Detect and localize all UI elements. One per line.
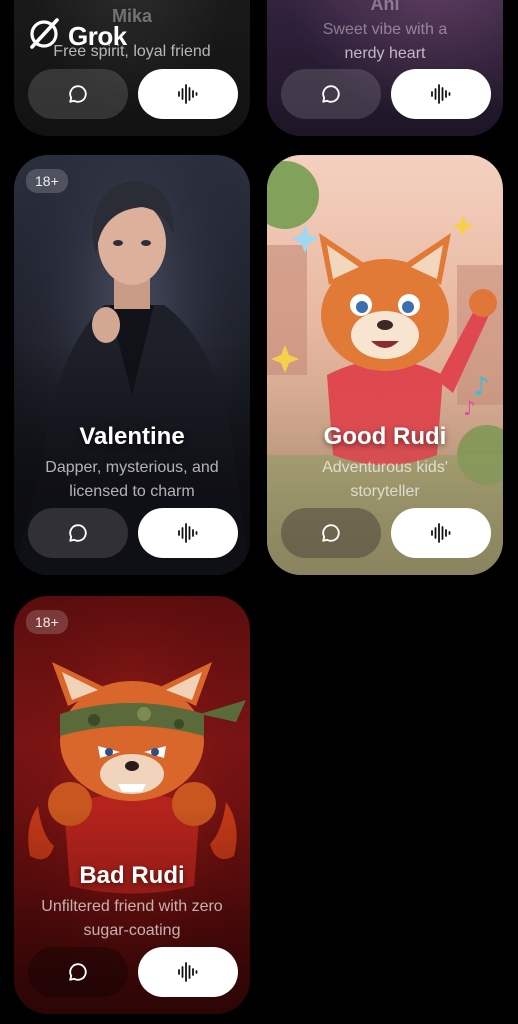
voice-button[interactable]: [391, 69, 491, 119]
card-description-line-1: Dapper, mysterious, and: [45, 459, 219, 476]
soundwave-icon: [176, 521, 200, 545]
card-title: Good Rudi: [323, 423, 447, 450]
companion-card-bad-rudi[interactable]: 18+ Bad Rudi Unfiltered friend with zero…: [14, 596, 250, 1014]
voice-button[interactable]: [138, 508, 238, 558]
soundwave-icon: [176, 960, 200, 984]
age-badge: 18+: [26, 610, 68, 634]
card-title: Valentine: [79, 423, 185, 450]
chat-button[interactable]: [281, 69, 381, 119]
card-description-line-1: Adventurous kids': [322, 459, 448, 476]
chat-bubble-icon: [67, 961, 89, 983]
soundwave-icon: [429, 521, 453, 545]
chat-button[interactable]: [28, 508, 128, 558]
grok-logo-icon: [26, 16, 62, 57]
chat-bubble-icon: [320, 522, 342, 544]
card-description-line-2: storyteller: [350, 483, 420, 500]
card-description-line-2: sugar-coating: [83, 922, 181, 939]
chat-bubble-icon: [67, 83, 89, 105]
card-description-line-1: Unfiltered friend with zero: [41, 898, 223, 915]
soundwave-icon: [176, 82, 200, 106]
voice-button[interactable]: [391, 508, 491, 558]
card-description-line-1: Sweet vibe with a: [322, 21, 448, 38]
companion-card-good-rudi[interactable]: ♪ ♪ Good Rudi Adventurous kids' storytel…: [267, 155, 503, 575]
app-name: Grok: [68, 21, 127, 51]
chat-button[interactable]: [28, 69, 128, 119]
card-title: Ani: [370, 0, 400, 14]
card-title: Bad Rudi: [79, 862, 185, 889]
app-logo[interactable]: Grok: [26, 16, 127, 57]
voice-button[interactable]: [138, 947, 238, 997]
chat-button[interactable]: [281, 508, 381, 558]
chat-bubble-icon: [320, 83, 342, 105]
soundwave-icon: [429, 82, 453, 106]
voice-button[interactable]: [138, 69, 238, 119]
chat-bubble-icon: [67, 522, 89, 544]
card-description-line-2: nerdy heart: [344, 45, 426, 62]
companion-card-ani[interactable]: Ani Sweet vibe with a nerdy heart: [267, 0, 503, 136]
card-description-line-2: licensed to charm: [69, 483, 195, 500]
age-badge: 18+: [26, 169, 68, 193]
companion-card-valentine[interactable]: 18+ Valentine Dapper, mysterious, and li…: [14, 155, 250, 575]
chat-button[interactable]: [28, 947, 128, 997]
